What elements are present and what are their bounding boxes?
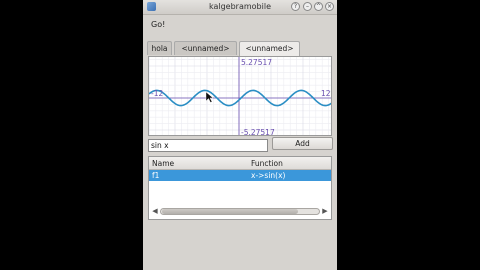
app-window: kalgebramobile ? – ^ × Go! hola <unnamed…	[143, 0, 337, 270]
help-icon[interactable]: ?	[291, 2, 300, 11]
x-min-label: -12	[151, 89, 163, 98]
add-button[interactable]: Add	[272, 137, 333, 150]
horizontal-scrollbar[interactable]: ◀ ▶	[151, 207, 329, 216]
tab-unnamed-1[interactable]: <unnamed>	[174, 41, 237, 55]
column-header-name[interactable]: Name	[152, 159, 174, 168]
column-header-function[interactable]: Function	[251, 159, 283, 168]
scroll-right-icon[interactable]: ▶	[321, 207, 329, 216]
row-name: f1	[152, 171, 160, 180]
table-header: Name Function	[149, 157, 331, 170]
go-label[interactable]: Go!	[151, 20, 165, 29]
scroll-thumb[interactable]	[162, 209, 298, 214]
plot-canvas[interactable]: 5.27517 -5.27517 -12 12	[149, 57, 332, 136]
scroll-track[interactable]	[160, 208, 320, 215]
scroll-left-icon[interactable]: ◀	[151, 207, 159, 216]
tab-hola[interactable]: hola	[147, 41, 172, 55]
close-icon[interactable]: ×	[325, 2, 334, 11]
function-input[interactable]	[148, 139, 268, 152]
input-row: Add	[148, 137, 333, 152]
row-function: x->sin(x)	[251, 171, 286, 180]
title-bar: kalgebramobile ? – ^ ×	[143, 0, 337, 15]
x-max-label: 12	[321, 89, 331, 98]
functions-table: Name Function f1 x->sin(x) ◀ ▶	[148, 156, 332, 220]
function-plot[interactable]: 5.27517 -5.27517 -12 12	[148, 56, 332, 136]
minimize-icon[interactable]: –	[303, 2, 312, 11]
y-min-label: -5.27517	[241, 128, 275, 136]
tab-unnamed-2[interactable]: <unnamed>	[239, 41, 300, 56]
maximize-icon[interactable]: ^	[314, 2, 323, 11]
y-max-label: 5.27517	[241, 58, 272, 67]
table-row[interactable]: f1 x->sin(x)	[149, 170, 331, 181]
